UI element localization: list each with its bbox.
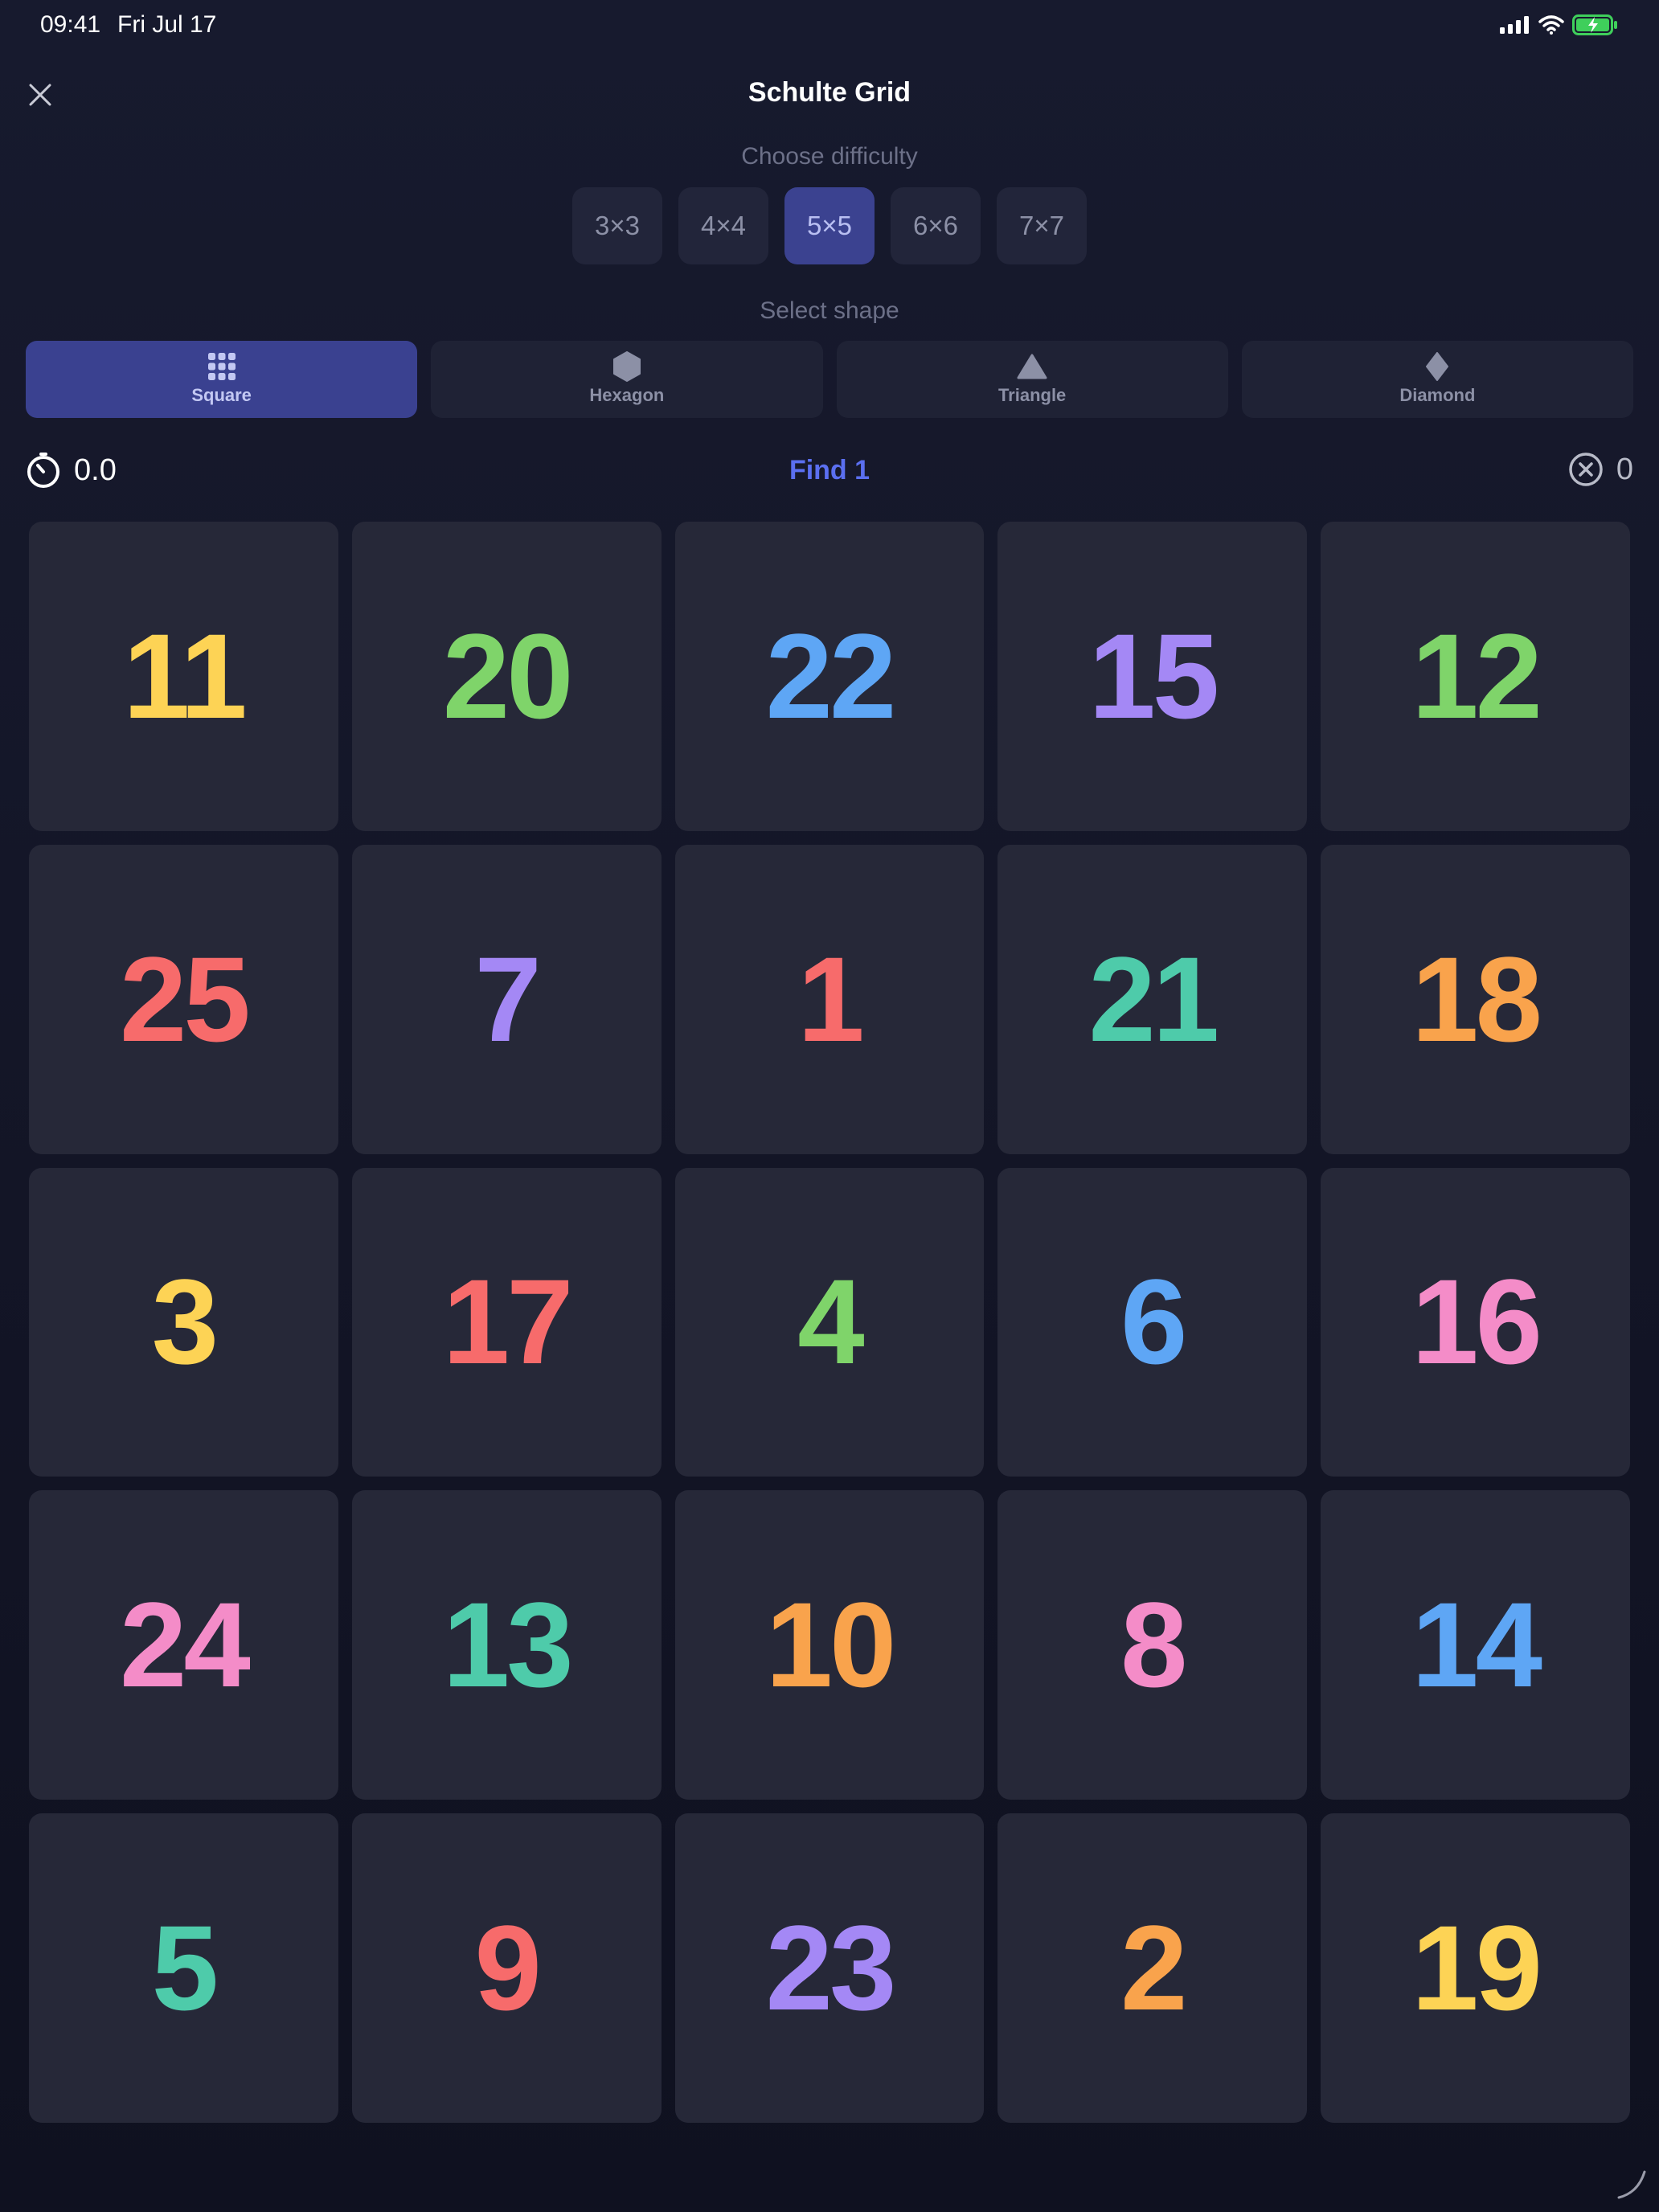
grid-cell[interactable]: 9 [351,1813,662,2123]
shape-diamond-label: Diamond [1399,385,1476,405]
wifi-icon [1538,15,1564,35]
grid-cell[interactable]: 3 [29,1167,338,1477]
grid-cell[interactable]: 20 [351,522,662,831]
grid-cell[interactable]: 24 [29,1490,338,1800]
shape-selector: Square Hexagon Triangle Diamond [26,341,1633,418]
mistakes-value: 0 [1616,452,1633,486]
grid-cell[interactable]: 8 [997,1490,1308,1800]
grid-cell[interactable]: 12 [1321,522,1630,831]
grid-cell[interactable]: 14 [1321,1490,1630,1800]
status-time: 09:41 [40,11,101,38]
diamond-icon [1426,352,1449,381]
difficulty-6x6-button[interactable]: 6×6 [891,187,981,264]
difficulty-7x7-button[interactable]: 7×7 [997,187,1087,264]
shape-hexagon-label: Hexagon [589,385,665,405]
difficulty-4x4-button[interactable]: 4×4 [678,187,768,264]
error-icon [1569,453,1603,486]
grid-cell[interactable]: 15 [997,522,1308,831]
difficulty-selector: 3×3 4×4 5×5 6×6 7×7 [0,187,1659,264]
game-info-bar: 0.0 Find 1 0 [26,447,1633,495]
shape-triangle-label: Triangle [997,385,1067,405]
grid-cell[interactable]: 16 [1321,1167,1630,1477]
grid-cell[interactable]: 18 [1321,844,1630,1154]
difficulty-label: Choose difficulty [741,143,918,170]
triangle-icon [1017,353,1047,380]
grid-icon [207,353,236,380]
resize-handle-icon [1617,2170,1646,2199]
shape-diamond-button[interactable]: Diamond [1241,341,1633,418]
grid-cell[interactable]: 4 [674,1167,985,1477]
grid-cell[interactable]: 23 [674,1813,985,2123]
cellular-signal-icon [1500,16,1529,34]
status-date: Fri Jul 17 [117,11,217,38]
grid-cell[interactable]: 13 [351,1490,662,1800]
grid-cell[interactable]: 10 [674,1490,985,1800]
difficulty-3x3-button[interactable]: 3×3 [572,187,662,264]
status-icons [1500,14,1619,35]
grid-cell[interactable]: 7 [351,844,662,1154]
grid-cell[interactable]: 5 [29,1813,338,2123]
hexagon-icon [612,351,641,382]
shape-square-label: Square [191,385,252,405]
grid-cell[interactable]: 19 [1321,1813,1630,2123]
status-bar: 09:41 Fri Jul 17 [0,0,1659,51]
grid-cell[interactable]: 22 [674,522,985,831]
shape-triangle-button[interactable]: Triangle [836,341,1228,418]
battery-charging-icon [1572,14,1617,35]
grid-cell[interactable]: 2 [997,1813,1308,2123]
shape-square-button[interactable]: Square [26,341,418,418]
grid-cell[interactable]: 1 [674,844,985,1154]
schulte-grid: 11 20 22 15 12 25 7 1 21 18 3 17 4 6 16 24 13 10 8 14 5 9 23 2 1… [29,522,1630,2123]
mistakes-counter: 0 [1568,452,1633,487]
find-target: Find 1 [789,455,870,485]
shape-hexagon-button[interactable]: Hexagon [431,341,823,418]
grid-cell[interactable]: 21 [997,844,1308,1154]
page-title: Schulte Grid [748,77,911,108]
difficulty-5x5-button[interactable]: 5×5 [784,187,875,264]
grid-cell[interactable]: 6 [997,1167,1308,1477]
grid-cell[interactable]: 11 [29,522,338,831]
grid-cell[interactable]: 17 [351,1167,662,1477]
shape-label: Select shape [760,297,899,324]
grid-cell[interactable]: 25 [29,844,338,1154]
